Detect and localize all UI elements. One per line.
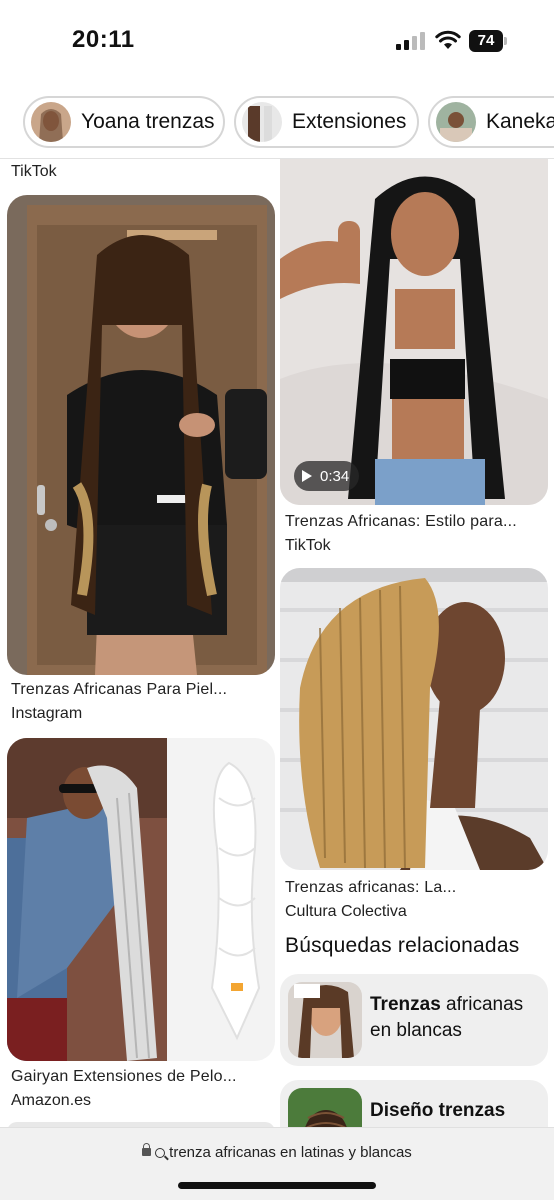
pin-photo: [280, 159, 548, 505]
pin-image[interactable]: [280, 568, 548, 870]
pin-source[interactable]: TikTok: [11, 163, 57, 181]
pin-title[interactable]: Trenzas Africanas Para Piel...: [11, 681, 227, 699]
battery-icon: 74: [469, 30, 509, 52]
related-search-thumbnail: [288, 1088, 362, 1127]
pin-source[interactable]: Instagram: [11, 705, 82, 723]
related-search-label: Trenzas africanas en blancas: [370, 992, 523, 1044]
related-search-bold: Trenzas: [370, 994, 441, 1015]
lock-icon: [142, 1143, 152, 1156]
cellular-signal-icon: [396, 32, 425, 50]
related-search-card[interactable]: Diseño trenzas: [280, 1080, 548, 1127]
pin-source[interactable]: Amazon.es: [11, 1092, 91, 1110]
browser-address-bar[interactable]: trenza africanas en latinas y blancas: [0, 1127, 554, 1200]
chip-avatar: [242, 102, 282, 142]
chip-label: Yoana trenzas: [81, 110, 215, 133]
status-time: 20:11: [72, 26, 135, 53]
home-indicator[interactable]: [178, 1182, 376, 1189]
related-search-card[interactable]: Trenzas africanas en blancas: [280, 974, 548, 1066]
chip-avatar: [436, 102, 476, 142]
chip-kanekal[interactable]: Kanekal: [428, 96, 554, 148]
related-search-line2: en blancas: [370, 1020, 462, 1041]
pin-title[interactable]: Trenzas Africanas: Estilo para...: [285, 513, 517, 531]
wifi-icon: [435, 30, 461, 49]
chip-label: Extensiones: [292, 110, 407, 133]
pin-photo: [7, 195, 275, 675]
related-searches-heading: Búsquedas relacionadas: [285, 934, 520, 957]
search-icon: [155, 1148, 166, 1158]
pin-photo: [280, 568, 548, 870]
chip-avatar: [31, 102, 71, 142]
pin-title[interactable]: Gairyan Extensiones de Pelo...: [11, 1068, 237, 1086]
pin-video[interactable]: 0:34: [280, 159, 548, 505]
chip-label: Kanekal: [486, 110, 554, 133]
pin-source[interactable]: TikTok: [285, 537, 331, 555]
pin-image[interactable]: [7, 738, 275, 1061]
pin-feed[interactable]: TikTok Trenzas Africanas Para Piel... In…: [0, 159, 554, 1127]
chip-extensiones[interactable]: Extensiones: [234, 96, 419, 148]
related-search-label: Diseño trenzas: [370, 1098, 505, 1124]
video-duration: 0:34: [320, 467, 350, 485]
play-icon: [302, 470, 312, 482]
pin-title[interactable]: Trenzas africanas: La...: [285, 879, 456, 897]
pin-source[interactable]: Cultura Colectiva: [285, 903, 407, 921]
related-search-rest: africanas: [440, 994, 524, 1015]
url-text[interactable]: trenza africanas en latinas y blancas: [169, 1144, 412, 1161]
video-duration-badge: 0:34: [294, 461, 360, 491]
status-bar: 20:11 74: [0, 0, 554, 84]
related-search-bold: Diseño trenzas: [370, 1100, 506, 1121]
related-chips: Yoana trenzas Extensiones Kanekal: [0, 96, 554, 150]
pin-image[interactable]: [7, 195, 275, 675]
pin-photo: [7, 738, 275, 1061]
battery-level: 74: [469, 30, 503, 52]
related-search-thumbnail: [288, 982, 362, 1058]
chip-yoana-trenzas[interactable]: Yoana trenzas: [23, 96, 225, 148]
